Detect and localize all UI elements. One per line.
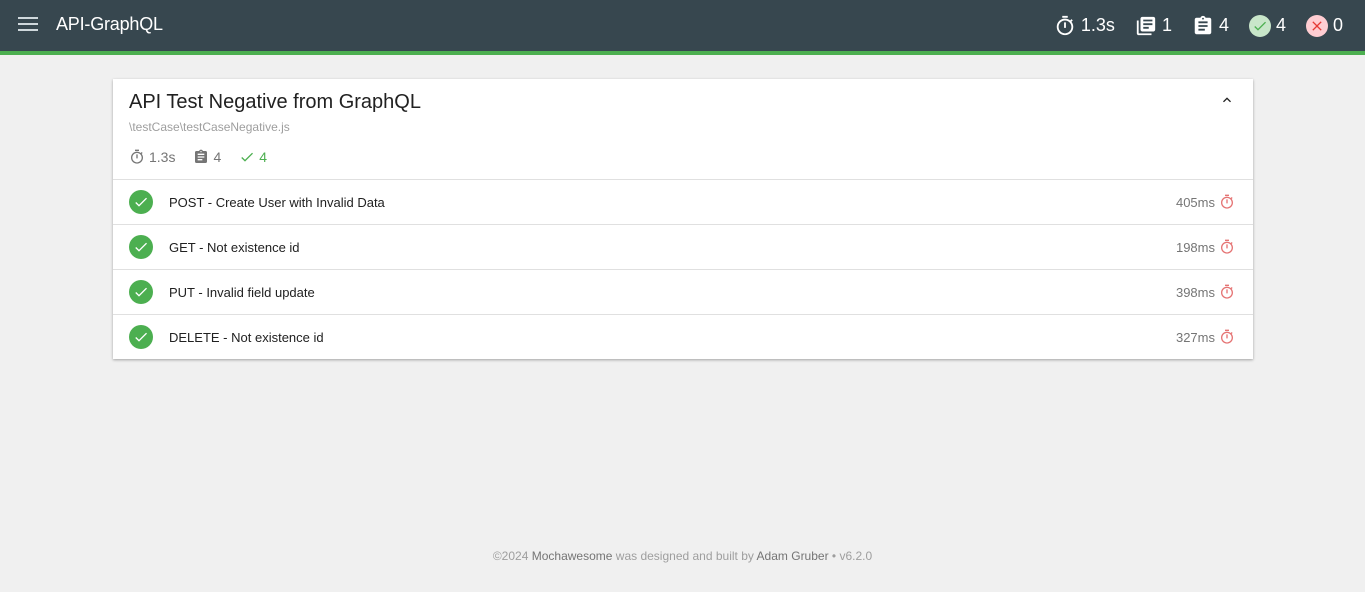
suite-title: API Test Negative from GraphQL xyxy=(129,91,421,113)
test-title: GET - Not existence id xyxy=(169,240,300,255)
top-navbar: API-GraphQL 1.3s 1 4 4 0 xyxy=(0,0,1365,51)
suite-stat-tests: 4 xyxy=(193,149,221,165)
test-list: POST - Create User with Invalid Data 405… xyxy=(113,180,1253,359)
suite-stat-passes: 4 xyxy=(239,149,267,165)
test-row[interactable]: PUT - Invalid field update 398ms xyxy=(113,270,1253,315)
check-circle-icon xyxy=(129,325,153,349)
test-title: DELETE - Not existence id xyxy=(169,330,324,345)
timer-icon xyxy=(1219,284,1235,300)
suite-stats: 1.3s 4 4 xyxy=(129,149,285,165)
report-title: API-GraphQL xyxy=(56,14,163,34)
footer-middle-text: was designed and built by xyxy=(615,549,754,563)
suite-duration-value: 1.3s xyxy=(149,149,176,165)
clipboard-icon xyxy=(193,149,209,165)
test-duration: 398ms xyxy=(1175,285,1215,300)
library-books-icon xyxy=(1135,15,1157,37)
check-circle-icon xyxy=(129,235,153,259)
stopwatch-icon xyxy=(1054,15,1076,37)
test-row[interactable]: DELETE - Not existence id 327ms xyxy=(113,315,1253,359)
footer-version: • v6.2.0 xyxy=(831,549,873,563)
timer-icon xyxy=(1219,239,1235,255)
test-title: PUT - Invalid field update xyxy=(169,285,315,300)
nav-stat-tests[interactable]: 4 xyxy=(1192,15,1229,37)
nav-stat-suites[interactable]: 1 xyxy=(1135,15,1172,37)
suite-tests-value: 4 xyxy=(213,149,222,165)
test-duration: 198ms xyxy=(1175,240,1215,255)
nav-stat-passes[interactable]: 4 xyxy=(1248,14,1286,37)
timer-icon xyxy=(1219,194,1235,210)
footer-author-link[interactable]: Adam Gruber xyxy=(757,549,829,563)
test-row[interactable]: POST - Create User with Invalid Data 405… xyxy=(113,180,1253,225)
test-title: POST - Create User with Invalid Data xyxy=(169,195,385,210)
nav-stat-failures[interactable]: 0 xyxy=(1305,14,1343,37)
suite-card: API Test Negative from GraphQL \testCase… xyxy=(113,79,1253,359)
chevron-up-icon[interactable] xyxy=(1219,92,1235,108)
check-icon xyxy=(239,149,255,165)
nav-stats: 1.3s 1 4 4 0 xyxy=(1054,0,1365,51)
check-circle-icon xyxy=(1248,14,1271,37)
clipboard-icon xyxy=(1192,15,1214,37)
close-circle-icon xyxy=(1305,14,1328,37)
suite-header: API Test Negative from GraphQL \testCase… xyxy=(113,79,1253,180)
suite-passes-value: 4 xyxy=(259,149,268,165)
nav-passes-value: 4 xyxy=(1275,15,1286,35)
navbar-accent-bar xyxy=(0,51,1365,55)
test-duration: 405ms xyxy=(1175,195,1215,210)
check-circle-icon xyxy=(129,190,153,214)
footer: ©2024 Mochawesome was designed and built… xyxy=(0,549,1365,563)
test-row[interactable]: GET - Not existence id 198ms xyxy=(113,225,1253,270)
test-duration: 327ms xyxy=(1175,330,1215,345)
nav-suites-value: 1 xyxy=(1161,15,1172,35)
nav-failures-value: 0 xyxy=(1332,15,1343,35)
menu-icon[interactable] xyxy=(18,17,38,35)
nav-stat-duration[interactable]: 1.3s xyxy=(1054,15,1115,37)
check-circle-icon xyxy=(129,280,153,304)
stopwatch-icon xyxy=(129,149,145,165)
footer-product-link[interactable]: Mochawesome xyxy=(532,549,613,563)
timer-icon xyxy=(1219,329,1235,345)
nav-duration-value: 1.3s xyxy=(1080,15,1115,35)
suite-stat-duration: 1.3s xyxy=(129,149,175,165)
nav-tests-value: 4 xyxy=(1218,15,1229,35)
suite-file-path: \testCase\testCaseNegative.js xyxy=(129,120,290,134)
footer-copyright: ©2024 xyxy=(492,549,529,563)
